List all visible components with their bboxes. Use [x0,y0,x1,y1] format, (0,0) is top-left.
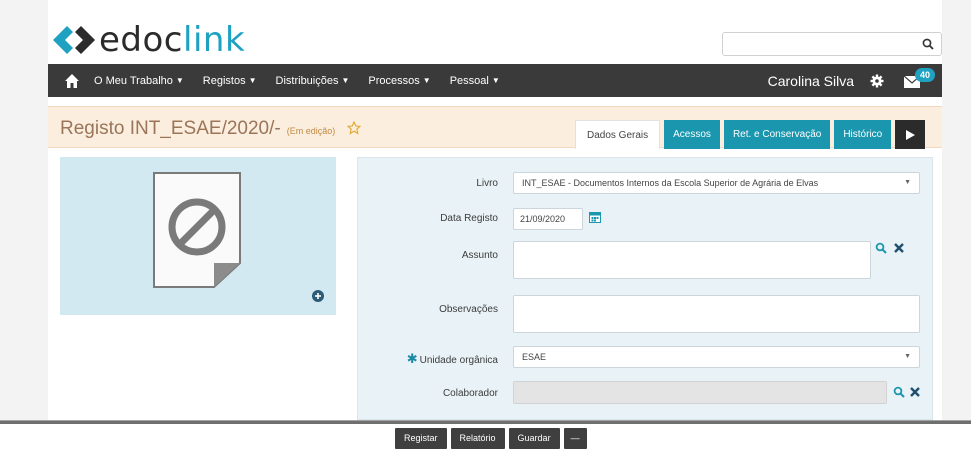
logo-text: edoclink [99,20,245,60]
mail-count-badge: 40 [915,68,935,82]
main-container: edoclink O Meu Trabalho ▼ Registos ▼ Distr… [48,0,942,420]
livro-value: INT_ESAE - Documentos Internos da Escola… [522,178,819,188]
data-registo-input[interactable]: 21/09/2020 [513,208,583,230]
unidade-label-text: Unidade orgânica [419,355,498,366]
colaborador-field[interactable] [513,381,887,404]
record-form: Livro INT_ESAE - Documentos Internos da … [357,157,933,420]
observacoes-field-wrap [513,295,920,333]
clear-x-icon[interactable] [909,386,921,398]
nav-label: Processos [368,74,420,87]
nav-label: Registos [202,74,246,87]
nav-registos[interactable]: Registos ▼ [203,75,257,87]
user-name[interactable]: Carolina Silva [768,73,854,89]
title-text: Registo INT_ESAE/2020/- [60,118,281,139]
assunto-field-wrap [513,241,871,279]
document-preview-panel [60,157,336,315]
action-bar: Registar Relatório Guardar — [395,428,591,449]
livro-label: Livro [476,178,498,189]
observacoes-textarea[interactable] [514,296,919,332]
top-navbar: O Meu Trabalho ▼ Registos ▼ Distribuições ▼… [48,64,942,97]
nav-label: Distribuições [275,74,339,87]
data-registo-label: Data Registo [440,213,498,224]
assunto-textarea[interactable] [514,242,870,278]
search-icon[interactable] [893,386,905,398]
tab-historico[interactable]: Histórico [834,120,892,149]
relatorio-button[interactable]: Relatório [450,428,505,449]
caret-down-icon: ▼ [904,353,911,360]
livro-select[interactable]: INT_ESAE - Documentos Internos da Escola… [513,172,920,194]
logo-icon [53,26,95,54]
search-icon[interactable] [875,242,887,254]
nav-right: Carolina Silva 40 [768,64,942,97]
tab-dados-gerais[interactable]: Dados Gerais [575,120,661,149]
caret-down-icon: ▼ [248,76,257,85]
observacoes-label: Observações [439,304,498,315]
record-title-bar: Registo INT_ESAE/2020/- (Em edição) Dados… [48,106,942,149]
nav-distribuicoes[interactable]: Distribuições ▼ [276,75,350,87]
required-asterisk-icon: ✱ [406,351,418,366]
mail-notifications[interactable]: 40 [902,64,938,97]
logo-text-dark: edoc [99,20,183,60]
bottom-divider [0,420,971,424]
logo-text-light: link [183,20,246,60]
unidade-select[interactable]: ESAE ▼ [513,346,920,368]
unidade-value: ESAE [522,352,547,362]
search-icon[interactable] [921,37,935,51]
record-tabs: Dados Gerais Acessos Ret. e Conservação … [575,120,926,149]
tab-acessos[interactable]: Acessos [664,120,720,149]
edoclink-logo[interactable]: edoclink [53,18,245,62]
nav-o-meu-trabalho[interactable]: O Meu Trabalho ▼ [94,75,184,87]
star-icon[interactable] [346,120,361,135]
gear-icon[interactable] [870,74,884,88]
search-input[interactable] [723,33,913,55]
nav-processos[interactable]: Processos ▼ [368,75,430,87]
unidade-label: ✱ Unidade orgânica [358,351,498,367]
caret-down-icon: ▼ [491,76,500,85]
blocked-document-icon [153,172,241,288]
page-title: Registo INT_ESAE/2020/- (Em edição) [60,118,361,140]
home-icon[interactable] [64,73,80,89]
registar-button[interactable]: Registar [395,428,447,449]
caret-down-icon: ▼ [422,76,431,85]
plus-circle-icon[interactable] [312,290,324,302]
edit-status: (Em edição) [286,126,336,136]
clear-x-icon[interactable] [893,242,905,254]
search-box [722,32,942,56]
tab-more-button[interactable] [895,120,926,149]
guardar-button[interactable]: Guardar [508,428,560,449]
play-icon [905,129,915,140]
collapse-button[interactable]: — [563,428,587,449]
calendar-icon[interactable] [589,211,601,223]
nav-label: Pessoal [449,74,489,87]
nav-pessoal[interactable]: Pessoal ▼ [450,75,500,87]
colaborador-label: Colaborador [442,388,498,399]
caret-down-icon: ▼ [341,76,350,85]
minus-icon: — [570,433,580,443]
nav-label: O Meu Trabalho [94,74,173,87]
caret-down-icon: ▼ [175,76,184,85]
assunto-label: Assunto [461,250,498,261]
caret-down-icon: ▼ [904,179,911,186]
tab-ret-conservacao[interactable]: Ret. e Conservação [723,120,831,149]
